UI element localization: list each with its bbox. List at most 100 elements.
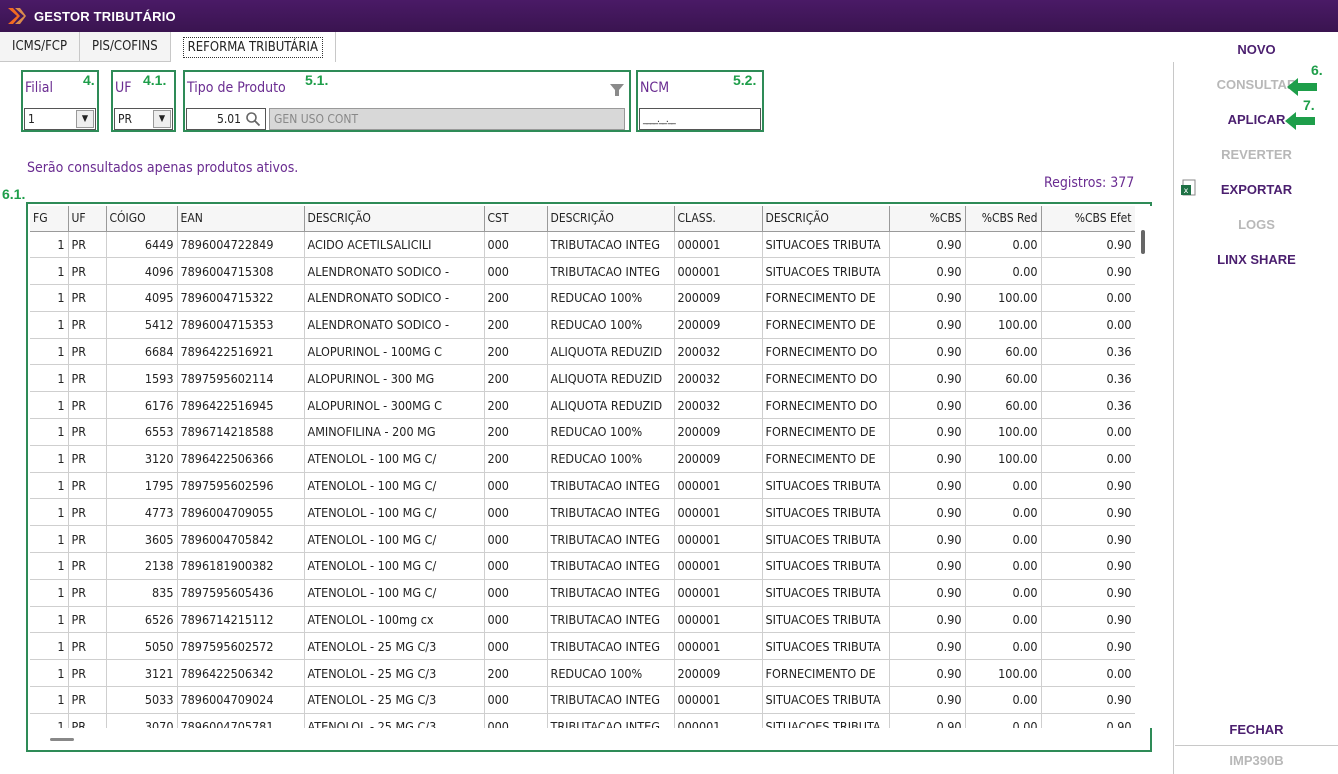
table-cell: ATENOLOL - 100 MG C/ <box>304 525 485 554</box>
table-row[interactable]: 1 PR 1593 7897595602114 ALOPURINOL - 300 MG 2… <box>30 364 1135 393</box>
table-cell: 0.90 <box>1041 498 1135 527</box>
table-cell: 200 <box>484 659 548 688</box>
scroll-thumb[interactable] <box>50 738 74 741</box>
table-row[interactable]: 1 PR 6553 7896714218588 AMINOFILINA - 200 MG… <box>30 418 1135 446</box>
novo-button[interactable]: NOVO <box>1175 42 1338 57</box>
table-cell: 000001 <box>674 579 763 607</box>
chevron-down-icon[interactable]: ▼ <box>76 110 94 128</box>
table-cell: 200 <box>484 284 548 312</box>
column-header[interactable]: %CBS <box>889 206 966 232</box>
table-cell: 1 <box>30 686 69 714</box>
table-cell: FORNECIMENTO DO <box>762 364 890 393</box>
table-cell: FORNECIMENTO DO <box>762 338 890 366</box>
table-row[interactable]: 1 PR 835 7897595605436 ATENOLOL - 100 MG C/0… <box>30 579 1135 607</box>
column-header[interactable]: CÓIGO <box>106 206 178 232</box>
table-row[interactable]: 1 PR 6176 7896422516945 ALOPURINOL - 300MG C… <box>30 391 1135 420</box>
table-cell: 0.00 <box>965 606 1042 634</box>
step-annotation: 7. <box>1303 97 1315 113</box>
table-cell: 200009 <box>674 445 763 473</box>
column-header[interactable]: CLASS. <box>674 206 763 232</box>
exportar-button[interactable]: EXPORTAR <box>1175 182 1338 197</box>
table-cell: 200 <box>484 338 548 366</box>
table-row[interactable]: 1 PR 5050 7897595602572 ATENOLOL - 25 MG C/3… <box>30 632 1135 661</box>
column-header[interactable]: %CBS Red <box>965 206 1042 232</box>
column-header[interactable]: EAN <box>177 206 305 232</box>
table-cell: 835 <box>106 579 178 607</box>
table-cell: 7897595605436 <box>177 579 305 607</box>
table-cell: 7897595602114 <box>177 364 305 393</box>
fechar-button[interactable]: FECHAR <box>1175 722 1338 737</box>
table-row[interactable]: 1 PR 2138 7896181900382 ATENOLOL - 100 MG C/… <box>30 552 1135 580</box>
table-cell: 0.90 <box>1041 713 1135 728</box>
search-icon[interactable] <box>245 111 261 127</box>
table-cell: 60.00 <box>965 391 1042 420</box>
table-header: FG UF CÓIGO EAN DESCRIÇÃO CST DESCRIÇÃO CLASS. D… <box>30 206 1135 232</box>
linx-share-label: LINX SHARE <box>1217 252 1296 267</box>
table-row[interactable]: 1 PR 5033 7896004709024 ATENOLOL - 25 MG C/3… <box>30 686 1135 714</box>
table-cell: 1 <box>30 418 69 446</box>
table-cell: 100.00 <box>965 418 1042 446</box>
column-header[interactable]: CST <box>484 206 548 232</box>
tab-icms-fcp[interactable]: ICMS/FCP <box>0 32 81 62</box>
table-cell: SITUACOES TRIBUTA <box>762 231 890 259</box>
table-cell: 0.00 <box>965 231 1042 259</box>
table-cell: 5050 <box>106 632 178 661</box>
table-row[interactable]: 1 PR 4095 7896004715322 ALENDRONATO SODICO -… <box>30 284 1135 312</box>
table-row[interactable]: 1 PR 6449 7896004722849 ACIDO ACETILSALICILI… <box>30 231 1135 259</box>
ncm-value: ____.__.__ <box>643 113 676 125</box>
horizontal-scrollbar[interactable] <box>30 730 1136 750</box>
table-row[interactable]: 1 PR 6526 7896714215112 ATENOLOL - 100mg cx 0… <box>30 606 1135 634</box>
table-row[interactable]: 1 PR 6684 7896422516921 ALOPURINOL - 100MG C… <box>30 338 1135 366</box>
reverter-button[interactable]: REVERTER <box>1175 147 1338 162</box>
step-annotation: 5.2. <box>733 72 757 88</box>
step-annotation: 4. <box>83 72 95 88</box>
table-row[interactable]: 1 PR 4773 7896004709055 ATENOLOL - 100 MG C/… <box>30 498 1135 527</box>
vertical-scrollbar[interactable] <box>1136 206 1152 728</box>
table-cell: 1 <box>30 525 69 554</box>
chevron-down-icon[interactable]: ▼ <box>153 110 171 128</box>
table-cell: 0.90 <box>889 525 966 554</box>
table-cell: 0.90 <box>889 552 966 580</box>
table-row[interactable]: 1 PR 1795 7897595602596 ATENOLOL - 100 MG C/… <box>30 472 1135 500</box>
table-cell: SITUACOES TRIBUTA <box>762 713 890 728</box>
column-header[interactable]: FG <box>30 206 69 232</box>
table-cell: 000 <box>484 579 548 607</box>
active-products-note: Serão consultados apenas produtos ativos… <box>27 160 299 176</box>
scroll-thumb[interactable] <box>1141 230 1145 254</box>
table-cell: 0.90 <box>889 472 966 500</box>
table-cell: PR <box>68 284 107 312</box>
filter-icon[interactable] <box>609 82 625 98</box>
column-header[interactable]: DESCRIÇÃO <box>762 206 890 232</box>
table-cell: 0.90 <box>1041 632 1135 661</box>
column-header[interactable]: DESCRIÇÃO <box>547 206 675 232</box>
table-cell: PR <box>68 498 107 527</box>
tab-pis-cofins[interactable]: PIS/COFINS <box>80 32 171 62</box>
table-cell: 000 <box>484 498 548 527</box>
tab-reforma-tributaria[interactable]: REFORMA TRIBUTÁRIA <box>170 32 336 62</box>
table-row[interactable]: 1 PR 3121 7896422506342 ATENOLOL - 25 MG C/3… <box>30 659 1135 688</box>
column-header[interactable]: %CBS Efet <box>1041 206 1135 232</box>
table-cell: 1 <box>30 231 69 259</box>
table-cell: 1 <box>30 311 69 339</box>
filial-select[interactable]: 1 ▼ <box>24 108 96 130</box>
table-row[interactable]: 1 PR 3120 7896422506366 ATENOLOL - 100 MG C/… <box>30 445 1135 473</box>
table-row[interactable]: 1 PR 3070 7896004705781 ATENOLOL - 25 MG C/3… <box>30 713 1135 728</box>
table-cell: 200 <box>484 311 548 339</box>
table-cell: PR <box>68 552 107 580</box>
column-header[interactable]: UF <box>68 206 107 232</box>
ncm-input[interactable]: ____.__.__ <box>639 108 761 130</box>
logs-button[interactable]: LOGS <box>1175 217 1338 232</box>
table-row[interactable]: 1 PR 5412 7896004715353 ALENDRONATO SODICO -… <box>30 311 1135 339</box>
column-header[interactable]: DESCRIÇÃO <box>304 206 485 232</box>
tipo-produto-code-input[interactable]: 5.01 <box>186 108 266 130</box>
table-cell: PR <box>68 579 107 607</box>
table-cell: 000001 <box>674 472 763 500</box>
results-grid: FG UF CÓIGO EAN DESCRIÇÃO CST DESCRIÇÃO CLASS. D… <box>26 202 1152 752</box>
uf-select[interactable]: PR ▼ <box>114 108 173 130</box>
table-row[interactable]: 1 PR 4096 7896004715308 ALENDRONATO SODICO -… <box>30 257 1135 286</box>
table-cell: ALENDRONATO SODICO - <box>304 257 485 286</box>
table-cell: 0.90 <box>1041 579 1135 607</box>
linx-share-button[interactable]: LINX SHARE <box>1175 252 1338 267</box>
table-cell: 1 <box>30 445 69 473</box>
table-row[interactable]: 1 PR 3605 7896004705842 ATENOLOL - 100 MG C/… <box>30 525 1135 554</box>
